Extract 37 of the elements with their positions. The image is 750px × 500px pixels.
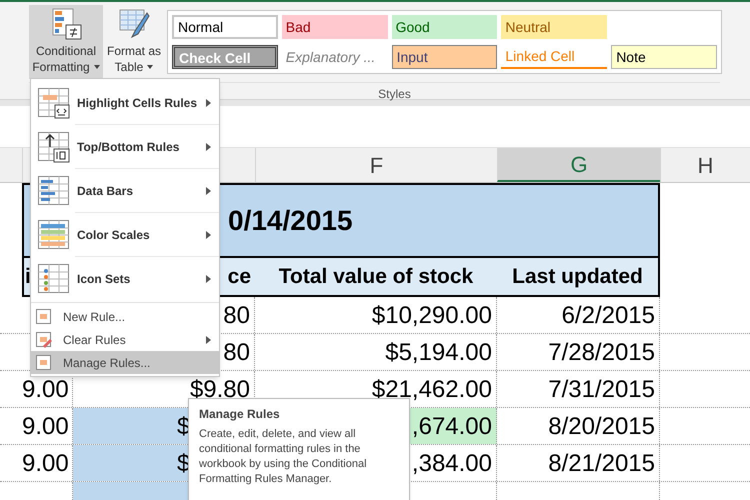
table-cell: $10,290.00 bbox=[255, 297, 497, 333]
table-brush-icon bbox=[117, 7, 151, 41]
cell-style[interactable]: Good bbox=[392, 15, 498, 39]
menu-item[interactable]: Top/Bottom Rules bbox=[31, 125, 219, 168]
table-cell: 8/21/2015 bbox=[497, 445, 660, 481]
menu-item[interactable]: Highlight Cells Rules bbox=[31, 81, 219, 124]
group-label: Styles bbox=[378, 86, 411, 103]
table-cell: $5,194.00 bbox=[255, 334, 497, 370]
format-as-table-button[interactable]: Format as Table bbox=[103, 5, 165, 79]
clear-rules-icon bbox=[35, 330, 53, 348]
color-scales-icon bbox=[37, 218, 71, 250]
column-heading: Last updated bbox=[497, 258, 660, 297]
table-cell: 6/2/2015 bbox=[497, 297, 660, 333]
sheet-title: 0/14/2015 bbox=[228, 204, 353, 238]
caret-icon bbox=[94, 65, 100, 69]
cell-style[interactable]: Input bbox=[392, 45, 498, 69]
table-cell: 7/28/2015 bbox=[497, 334, 660, 370]
cell-style[interactable]: Bad bbox=[282, 15, 388, 39]
column-heading: Total value of stock bbox=[255, 258, 497, 297]
column-header[interactable]: H bbox=[660, 148, 750, 182]
data-bars-icon bbox=[37, 174, 71, 206]
manage-rules-icon bbox=[35, 354, 53, 372]
table-cell: 8/20/2015 bbox=[497, 408, 660, 444]
table-highlight-icon bbox=[37, 86, 71, 118]
cell-style[interactable]: Normal bbox=[172, 15, 278, 39]
table-arrow-icon bbox=[37, 130, 71, 162]
icon-sets-icon bbox=[37, 262, 71, 294]
menu-item[interactable]: Data Bars bbox=[31, 169, 219, 212]
caret-icon bbox=[147, 65, 154, 69]
menu-item[interactable]: Icon Sets bbox=[31, 257, 219, 300]
menu-item[interactable]: Color Scales bbox=[31, 213, 219, 256]
menu-item[interactable]: Manage Rules... bbox=[31, 351, 219, 374]
table-cell: 7/31/2015 bbox=[497, 371, 660, 407]
conditional-formatting-button[interactable]: Conditional Formatting bbox=[29, 5, 103, 79]
column-header[interactable]: G bbox=[497, 148, 660, 182]
cell-style[interactable]: Neutral bbox=[501, 15, 608, 39]
cell-style[interactable]: Note bbox=[611, 45, 717, 69]
